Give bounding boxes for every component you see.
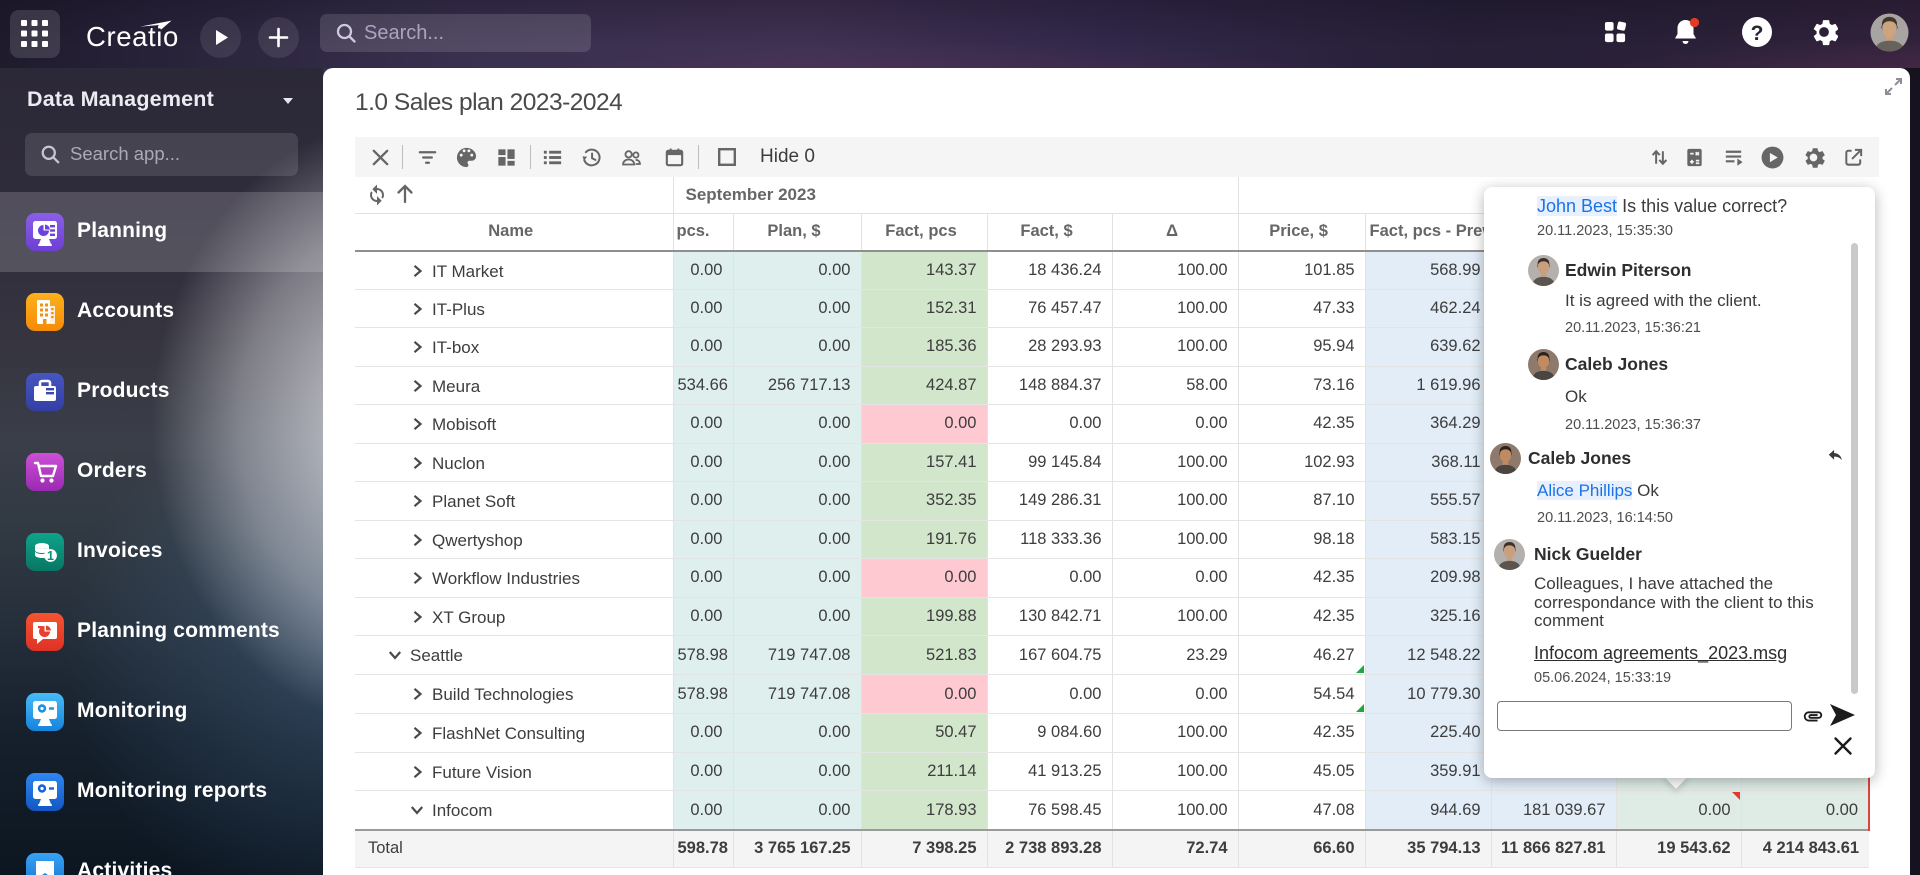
svg-text:1: 1 (47, 549, 54, 563)
svg-text:?: ? (1751, 22, 1764, 45)
